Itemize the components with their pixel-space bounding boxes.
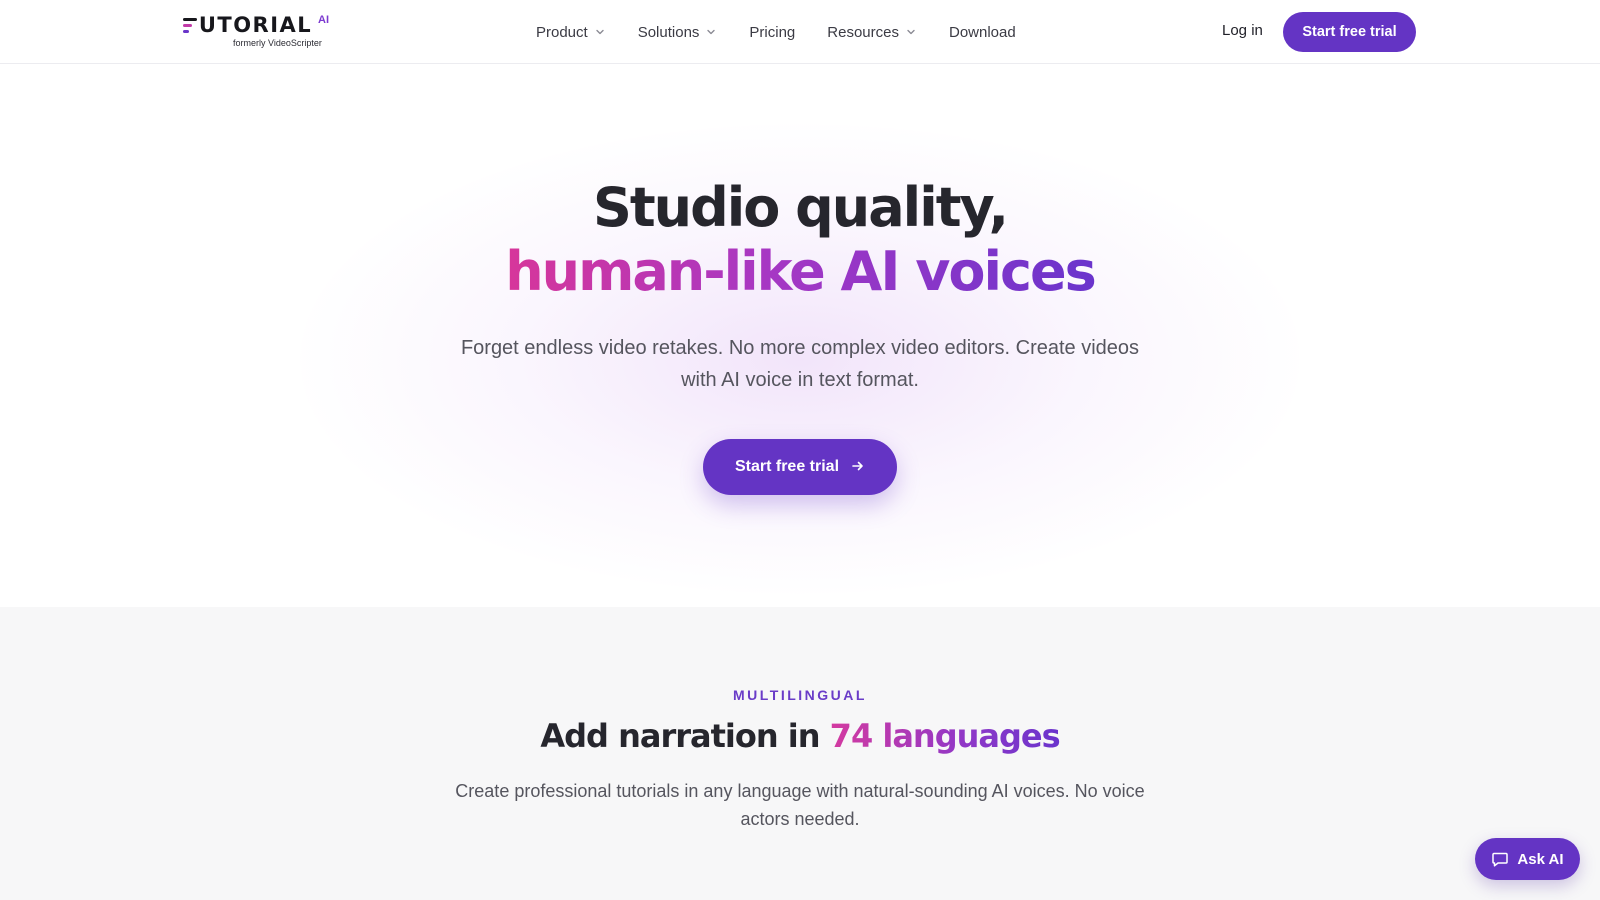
nav-item-resources[interactable]: Resources (827, 0, 917, 64)
nav-item-label: Pricing (749, 23, 796, 41)
start-free-trial-hero-button[interactable]: Start free trial (703, 439, 897, 495)
section-title-prefix: Add narration in (540, 717, 830, 755)
chevron-down-icon (905, 26, 917, 38)
nav-item-label: Resources (827, 23, 899, 41)
brand-logo[interactable]: TUTORIAL AI formerly VideoScripter (183, 14, 333, 50)
hero-subtitle: Forget endless video retakes. No more co… (460, 337, 1140, 391)
hero-section: Studio quality, human-like AI voices For… (0, 64, 1600, 607)
ask-ai-label: Ask AI (1517, 850, 1564, 868)
start-free-trial-header-button[interactable]: Start free trial (1283, 12, 1416, 52)
section-title: Add narration in 74 languages (0, 715, 1600, 757)
multilingual-section: MULTILINGUAL Add narration in 74 languag… (0, 607, 1600, 900)
nav-item-label: Product (536, 23, 588, 41)
section-title-highlight: 74 languages (829, 717, 1061, 755)
logo-text: UTORIAL (198, 13, 313, 37)
section-subtitle: Create professional tutorials in any lan… (455, 781, 1145, 829)
hero-title: Studio quality, human-like AI voices (0, 176, 1600, 304)
nav-item-download[interactable]: Download (949, 0, 1016, 64)
chevron-down-icon (594, 26, 606, 38)
nav-item-solutions[interactable]: Solutions (638, 0, 718, 64)
logo-wordmark: TUTORIAL (183, 14, 312, 36)
site-header: TUTORIAL AI formerly VideoScripter Produ… (0, 0, 1600, 64)
hero-cta-label: Start free trial (734, 458, 840, 475)
section-eyebrow: MULTILINGUAL (733, 687, 867, 703)
chat-bubble-icon (1491, 850, 1509, 868)
logo-ai-suffix: AI (318, 14, 329, 26)
hero-title-line1: Studio quality, (592, 176, 1009, 239)
chevron-down-icon (705, 26, 717, 38)
nav-item-label: Download (948, 23, 1016, 41)
nav-item-label: Solutions (637, 23, 700, 41)
login-link[interactable]: Log in (1222, 20, 1263, 42)
logo-tagline: formerly VideoScripter (233, 38, 322, 48)
ask-ai-button[interactable]: Ask AI (1475, 838, 1580, 880)
nav-item-pricing[interactable]: Pricing (749, 0, 795, 64)
hero-title-line2: human-like AI voices (505, 240, 1097, 303)
arrow-right-icon (851, 459, 865, 476)
nav-item-product[interactable]: Product (536, 0, 606, 64)
main-nav: Product Solutions Pricing Resources Down… (536, 0, 1048, 64)
